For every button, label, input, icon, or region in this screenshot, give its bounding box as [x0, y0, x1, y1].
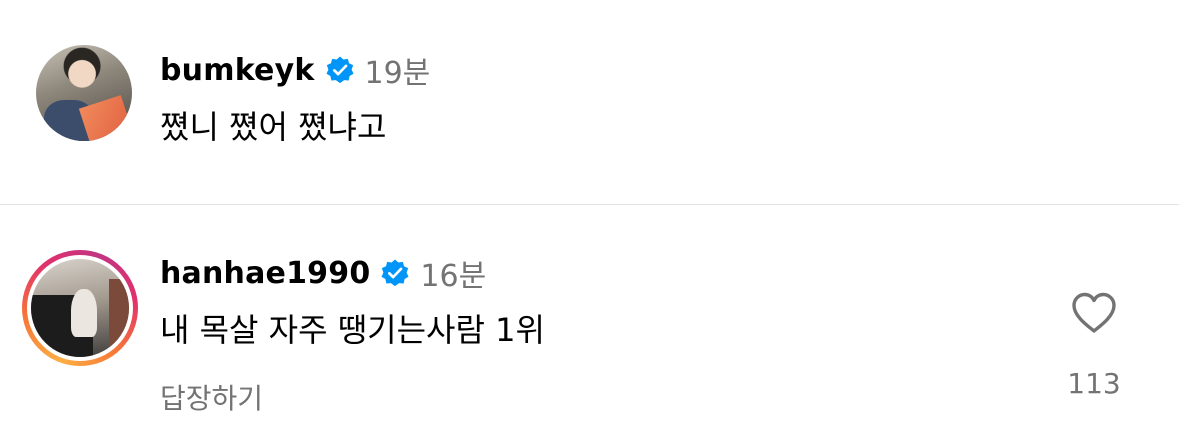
comment-text: 내 목살 자주 땡기는사람 1위: [160, 311, 545, 349]
comment-timestamp: 16분: [420, 259, 487, 294]
comment-timestamp: 19분: [364, 56, 431, 91]
comment-content: bumkeyk 19분 쪘니 쪘어 쪘냐고: [160, 50, 430, 148]
avatar[interactable]: [31, 259, 129, 357]
verified-badge-icon: [380, 258, 410, 288]
comment-content: hanhae1990 16분 내 목살 자주 땡기는사람 1위 답장하기: [160, 253, 545, 417]
like-area: 113: [1054, 291, 1134, 400]
comment-item: bumkeyk 19분 쪘니 쪘어 쪘냐고: [0, 0, 1179, 204]
verified-badge-icon: [325, 55, 355, 85]
username[interactable]: hanhae1990: [160, 256, 370, 291]
avatar-photo-detail: [109, 279, 129, 349]
like-count: 113: [1067, 367, 1121, 400]
comment-meta: bumkeyk 19분: [160, 50, 431, 92]
avatar[interactable]: [36, 45, 132, 141]
comment-text: 쪘니 쪘어 쪘냐고: [160, 108, 387, 146]
story-ring[interactable]: [22, 250, 138, 366]
comment-item: hanhae1990 16분 내 목살 자주 땡기는사람 1위 답장하기 113: [0, 205, 1179, 441]
avatar-photo-detail: [78, 95, 132, 141]
comment-meta: hanhae1990 16분: [160, 253, 545, 295]
avatar-photo-detail: [71, 289, 97, 337]
heart-icon[interactable]: [1070, 291, 1118, 335]
username[interactable]: bumkeyk: [160, 53, 315, 88]
reply-button[interactable]: 답장하기: [160, 377, 545, 417]
